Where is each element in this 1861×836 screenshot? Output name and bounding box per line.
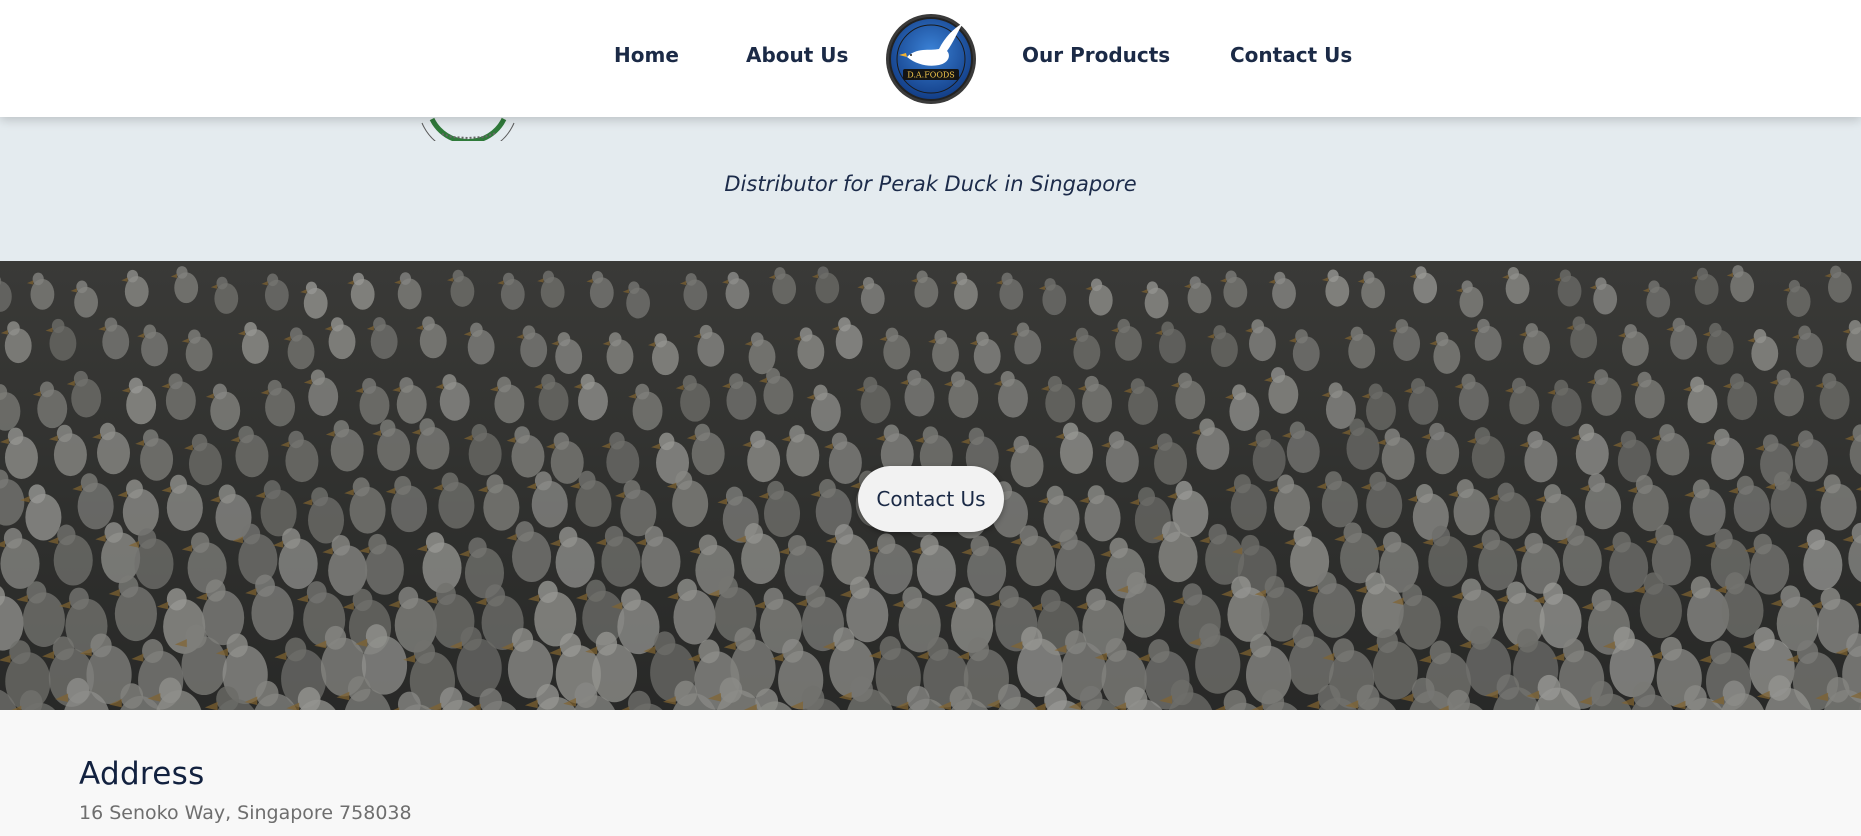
top-navbar: Home About Us D.A.FOODS Our Products Con…: [0, 0, 1861, 117]
contact-us-button[interactable]: Contact Us: [858, 466, 1004, 532]
hero-duck-section: Contact Us: [0, 261, 1861, 710]
distributor-tagline: Distributor for Perak Duck in Singapore: [724, 172, 1137, 196]
address-section: Address 16 Senoko Way, Singapore 758038: [0, 710, 1861, 836]
address-text: 16 Senoko Way, Singapore 758038: [79, 802, 412, 824]
svg-text:D.A.FOODS: D.A.FOODS: [907, 71, 955, 80]
duck-logo-icon: D.A.FOODS: [889, 17, 973, 101]
address-heading: Address: [79, 756, 205, 792]
tagline-banner: Distributor for Perak Duck in Singapore: [0, 117, 1861, 261]
certification-badge-icon: [412, 117, 524, 141]
da-foods-logo[interactable]: D.A.FOODS: [886, 14, 976, 104]
nav-contact-link[interactable]: Contact Us: [1230, 43, 1352, 67]
nav-about-link[interactable]: About Us: [746, 43, 848, 67]
nav-products-link[interactable]: Our Products: [1022, 43, 1170, 67]
nav-home-link[interactable]: Home: [614, 43, 679, 67]
